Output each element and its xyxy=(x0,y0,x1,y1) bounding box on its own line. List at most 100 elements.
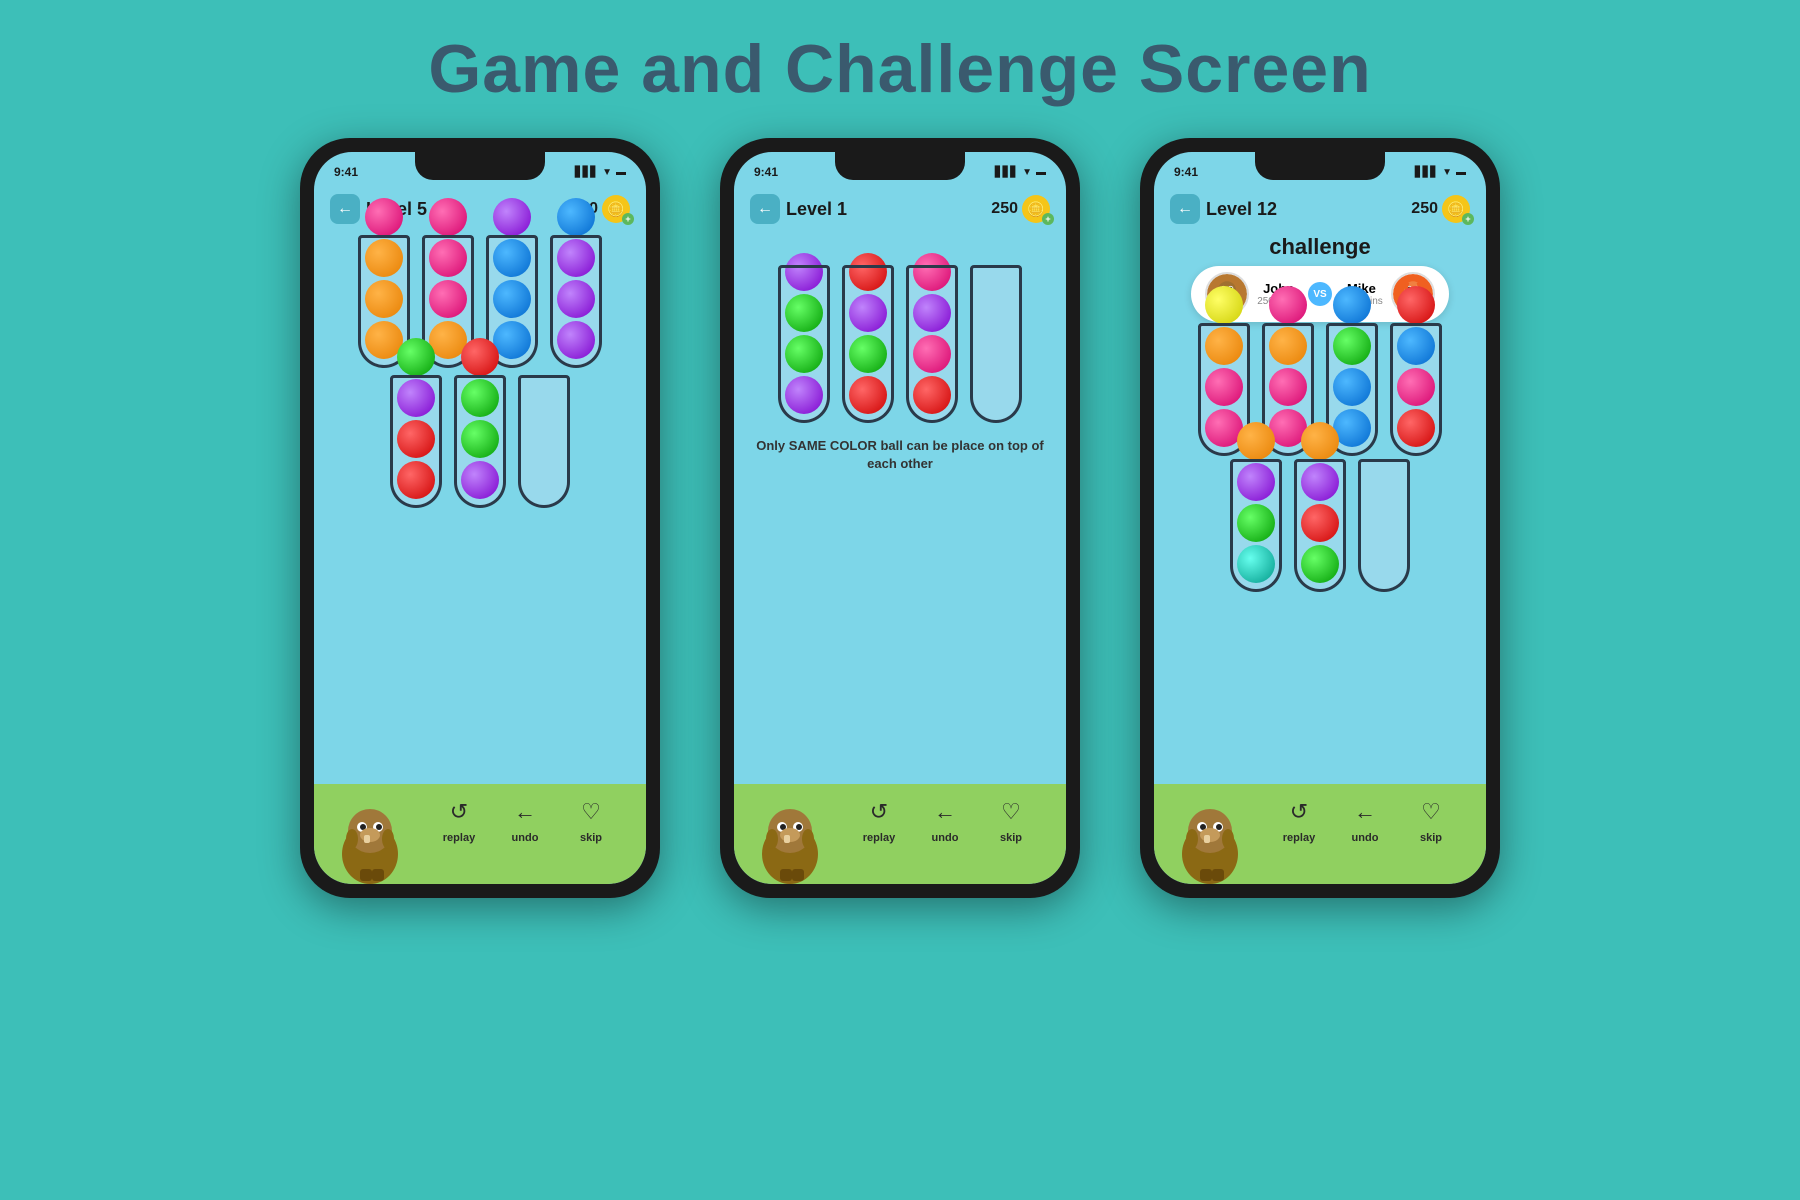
phone-1-screen: 9:41 ▋▋▋ ▼ ▬ ← Level 5 250 🪙 + xyxy=(314,152,646,884)
back-arrow-icon-2[interactable]: ← xyxy=(750,194,780,224)
action-replay-3[interactable]: ↺ replay xyxy=(1281,794,1317,844)
bottom-bar-3: ↺ replay ← undo ♡ skip xyxy=(1154,784,1486,884)
coins-display-3: 250 🪙 + xyxy=(1411,195,1470,223)
ball xyxy=(913,335,951,373)
wifi-icon-3: ▼ xyxy=(1442,167,1452,178)
tube-3-7-empty[interactable] xyxy=(1358,462,1410,592)
tubes-row-3b xyxy=(1230,462,1410,592)
action-skip-1[interactable]: ♡ skip xyxy=(573,794,609,844)
battery-icon-1: ▬ xyxy=(616,167,626,178)
skip-icon-3[interactable]: ♡ xyxy=(1413,794,1449,830)
action-undo-1[interactable]: ← undo xyxy=(507,794,543,844)
phone-2-screen: 9:41 ▋▋▋ ▼ ▬ ← Level 1 250 🪙 + xyxy=(734,152,1066,884)
tube-1-6[interactable] xyxy=(454,378,506,508)
battery-icon-3: ▬ xyxy=(1456,167,1466,178)
game-header-3: ← Level 12 250 🪙 + xyxy=(1154,188,1486,230)
undo-icon-3[interactable]: ← xyxy=(1347,794,1383,830)
ball xyxy=(557,321,595,359)
tube-2-4-empty[interactable] xyxy=(970,268,1022,423)
skip-icon-2[interactable]: ♡ xyxy=(993,794,1029,830)
ball xyxy=(1333,327,1371,365)
replay-icon-2[interactable]: ↺ xyxy=(861,794,897,830)
phone-3-screen: 9:41 ▋▋▋ ▼ ▬ ← Level 12 250 🪙 + xyxy=(1154,152,1486,884)
game-area-2: Only SAME COLOR ball can be place on top… xyxy=(734,230,1066,784)
ball xyxy=(1397,409,1435,447)
beaver-icon-1 xyxy=(330,799,410,884)
back-button-2[interactable]: ← Level 1 xyxy=(750,194,847,224)
ball xyxy=(1205,368,1243,406)
status-time-3: 9:41 xyxy=(1174,165,1198,179)
ball xyxy=(913,294,951,332)
signal-icon-2: ▋▋▋ xyxy=(995,167,1018,178)
replay-icon-1[interactable]: ↺ xyxy=(441,794,477,830)
back-arrow-icon-1[interactable]: ← xyxy=(330,194,360,224)
tube-3-6[interactable] xyxy=(1294,462,1346,592)
undo-label-3: undo xyxy=(1352,832,1379,844)
ball xyxy=(461,420,499,458)
tube-3-4[interactable] xyxy=(1390,326,1442,456)
action-replay-1[interactable]: ↺ replay xyxy=(441,794,477,844)
ball xyxy=(849,335,887,373)
tube-1-7-empty[interactable] xyxy=(518,378,570,508)
ball xyxy=(397,338,435,376)
status-icons-2: ▋▋▋ ▼ ▬ xyxy=(995,167,1046,178)
tube-1-5[interactable] xyxy=(390,378,442,508)
coin-icon-2: 🪙 + xyxy=(1022,195,1050,223)
undo-label-1: undo xyxy=(512,832,539,844)
tube-2-3[interactable] xyxy=(906,268,958,423)
signal-icon-1: ▋▋▋ xyxy=(575,167,598,178)
level-label-3: Level 12 xyxy=(1206,199,1277,220)
ball xyxy=(557,239,595,277)
ball xyxy=(1269,368,1307,406)
beaver-icon-3 xyxy=(1170,799,1250,884)
coin-plus-3: + xyxy=(1462,213,1474,225)
coin-plus-1: + xyxy=(622,213,634,225)
skip-label-1: skip xyxy=(580,832,602,844)
undo-icon-1[interactable]: ← xyxy=(507,794,543,830)
level-label-2: Level 1 xyxy=(786,199,847,220)
page-title: Game and Challenge Screen xyxy=(428,30,1371,108)
undo-label-2: undo xyxy=(932,832,959,844)
wifi-icon-1: ▼ xyxy=(602,167,612,178)
ball xyxy=(1301,545,1339,583)
ball xyxy=(1237,545,1275,583)
ball xyxy=(1333,286,1371,324)
undo-icon-2[interactable]: ← xyxy=(927,794,963,830)
tube-2-1[interactable] xyxy=(778,268,830,423)
ball xyxy=(461,461,499,499)
ball xyxy=(1237,504,1275,542)
ball xyxy=(785,253,823,291)
coins-value-3: 250 xyxy=(1411,200,1438,218)
tube-2-2[interactable] xyxy=(842,268,894,423)
coins-value-2: 250 xyxy=(991,200,1018,218)
game-header-2: ← Level 1 250 🪙 + xyxy=(734,188,1066,230)
action-skip-3[interactable]: ♡ skip xyxy=(1413,794,1449,844)
ball xyxy=(429,198,467,236)
phone-1: 9:41 ▋▋▋ ▼ ▬ ← Level 5 250 🪙 + xyxy=(300,138,660,898)
bottom-bar-2: ↺ replay ← undo ♡ skip xyxy=(734,784,1066,884)
ball xyxy=(1397,286,1435,324)
ball xyxy=(1205,286,1243,324)
action-undo-3[interactable]: ← undo xyxy=(1347,794,1383,844)
tubes-row-2a xyxy=(778,268,1022,423)
notch-1 xyxy=(415,152,545,180)
ball xyxy=(1301,422,1339,460)
ball xyxy=(461,379,499,417)
replay-icon-3[interactable]: ↺ xyxy=(1281,794,1317,830)
action-skip-2[interactable]: ♡ skip xyxy=(993,794,1029,844)
action-replay-2[interactable]: ↺ replay xyxy=(861,794,897,844)
skip-icon-1[interactable]: ♡ xyxy=(573,794,609,830)
action-undo-2[interactable]: ← undo xyxy=(927,794,963,844)
coins-display-2: 250 🪙 + xyxy=(991,195,1050,223)
game-area-1 xyxy=(314,230,646,784)
notch-2 xyxy=(835,152,965,180)
replay-label-2: replay xyxy=(863,832,895,844)
tube-1-4[interactable] xyxy=(550,238,602,368)
back-arrow-icon-3[interactable]: ← xyxy=(1170,194,1200,224)
tube-3-5[interactable] xyxy=(1230,462,1282,592)
status-time-1: 9:41 xyxy=(334,165,358,179)
back-button-3[interactable]: ← Level 12 xyxy=(1170,194,1277,224)
ball xyxy=(1397,368,1435,406)
ball xyxy=(397,461,435,499)
ball xyxy=(1205,327,1243,365)
